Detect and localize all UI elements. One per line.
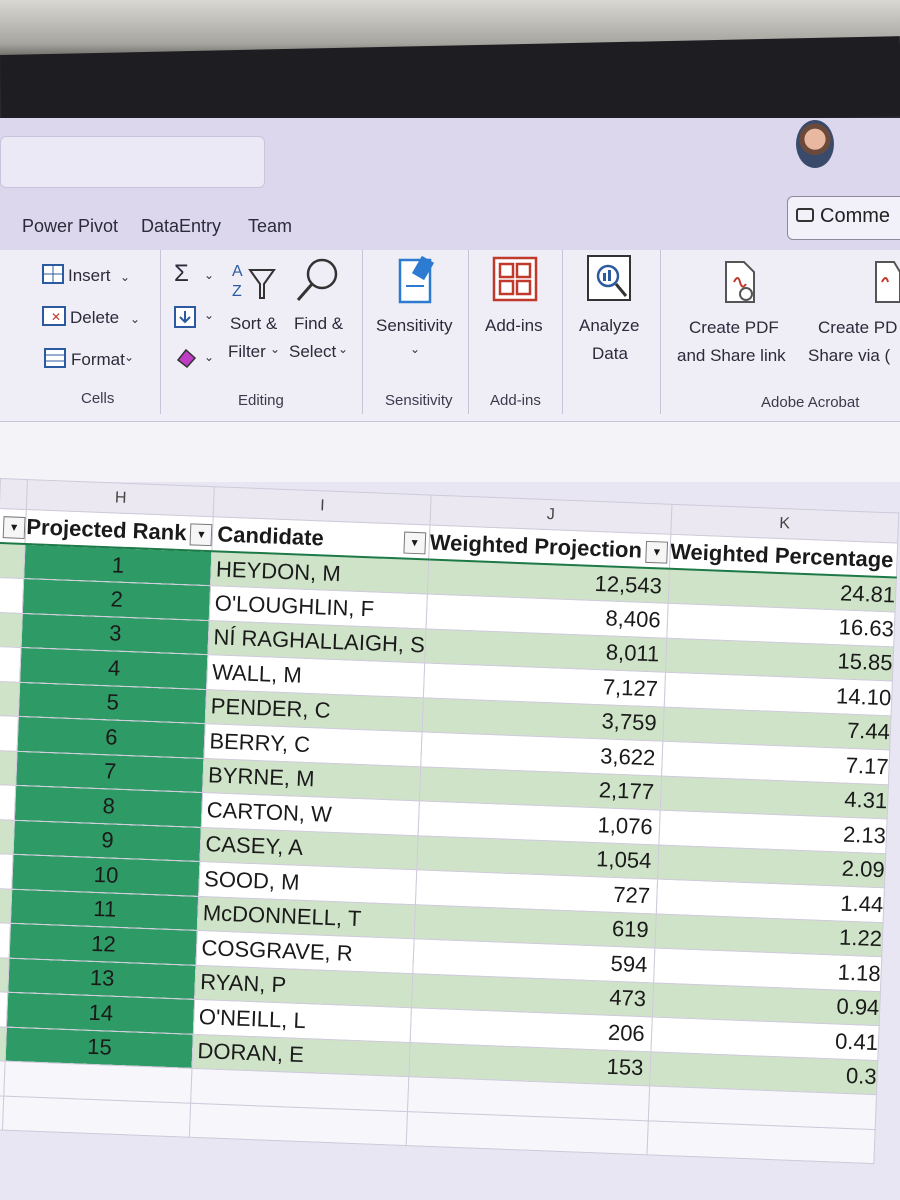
insert-icon [42, 264, 64, 284]
delete-button[interactable]: Delete [70, 308, 119, 328]
tab-team[interactable]: Team [248, 216, 292, 237]
title-bar [0, 118, 900, 200]
divider [160, 250, 161, 414]
chevron-down-icon[interactable]: ⌄ [204, 350, 214, 364]
create-pdf-link-icon [725, 261, 755, 303]
insert-button[interactable]: Insert [68, 266, 111, 286]
search-input[interactable] [0, 136, 265, 188]
comments-label: Comme [820, 205, 891, 227]
table-cell[interactable] [0, 611, 23, 648]
format-button[interactable]: Format [71, 350, 125, 370]
table-cell[interactable] [0, 715, 19, 751]
comments-button[interactable]: Comme [787, 196, 900, 240]
header-candidate-label: Candidate [216, 520, 325, 550]
svg-text:✕: ✕ [51, 310, 61, 324]
format-icon [44, 348, 66, 368]
sort-filter-line2[interactable]: Filter [228, 342, 266, 362]
chevron-down-icon[interactable]: ⌄ [204, 308, 214, 322]
find-icon [296, 258, 338, 301]
create-pdf-share-line1[interactable]: Create PD [818, 318, 897, 338]
svg-text:A: A [232, 263, 243, 280]
fill-icon[interactable] [174, 306, 196, 328]
group-label-add-ins: Add-ins [490, 392, 541, 409]
sensitivity-icon [398, 256, 435, 304]
delete-icon: ✕ [42, 306, 66, 326]
table-cell[interactable] [189, 1102, 408, 1146]
group-label-editing: Editing [238, 392, 284, 409]
create-pdf-share-line2[interactable]: Share via ( [808, 346, 890, 366]
create-pdf-share-icon [875, 261, 900, 303]
worksheet-grid: H I J K ▾ Projected Rank ▾ Candidate ▾ Wei… [0, 478, 899, 1200]
header-pct-label: Weighted Percentage [669, 538, 894, 572]
group-label-adobe-acrobat: Adobe Acrobat [761, 394, 860, 411]
find-select-line2[interactable]: Select [289, 342, 336, 362]
sort-dropdown-icon[interactable]: ▾ [189, 523, 213, 546]
table-cell[interactable] [0, 749, 18, 786]
autosum-icon[interactable]: Σ [174, 260, 189, 288]
find-select-line1[interactable]: Find & [294, 314, 343, 334]
column-header[interactable] [0, 478, 28, 510]
analyze-line2[interactable]: Data [592, 344, 628, 364]
eraser-icon[interactable] [174, 346, 198, 368]
filter-dropdown-icon[interactable]: ▾ [403, 531, 427, 555]
sheet-top-area [0, 422, 900, 482]
excel-window: Power Pivot DataEntry Team Comme Insert … [0, 118, 900, 1200]
filter-dropdown-icon[interactable]: ▾ [645, 540, 669, 564]
tab-dataentry[interactable]: DataEntry [141, 216, 221, 237]
tab-power-pivot[interactable]: Power Pivot [22, 216, 118, 237]
table-cell[interactable] [646, 1120, 876, 1164]
table-cell[interactable] [0, 784, 16, 820]
analyze-data-icon [587, 255, 631, 301]
analyze-line1[interactable]: Analyze [579, 316, 639, 336]
ribbon-tabs: Power Pivot DataEntry Team [0, 200, 900, 250]
create-pdf-line1[interactable]: Create PDF [689, 318, 779, 338]
comment-icon [796, 208, 814, 222]
table-cell[interactable]: ▾ [0, 508, 27, 545]
table-cell[interactable] [2, 1095, 192, 1138]
avatar[interactable] [796, 120, 834, 168]
table-cell[interactable] [0, 818, 15, 855]
header-rank-label: Projected Rank [25, 513, 187, 545]
table-cell[interactable] [0, 680, 20, 717]
divider [362, 250, 363, 414]
table-cell[interactable] [0, 542, 26, 579]
divider [468, 250, 469, 414]
divider [562, 250, 563, 414]
header-wp-label: Weighted Projection [429, 529, 643, 563]
chevron-down-icon[interactable]: ⌄ [270, 342, 280, 356]
group-label-cells: Cells [81, 390, 115, 407]
svg-text:Z: Z [232, 283, 242, 300]
table-cell[interactable] [0, 646, 22, 682]
table-cell[interactable] [0, 577, 24, 613]
chevron-down-icon[interactable]: ⌄ [124, 350, 134, 364]
chevron-down-icon[interactable]: ⌄ [130, 312, 140, 326]
sensitivity-button[interactable]: Sensitivity [376, 316, 453, 336]
filter-dropdown-icon[interactable]: ▾ [2, 515, 26, 539]
chevron-down-icon[interactable]: ⌄ [120, 270, 130, 284]
sort-filter-icon: AZ [232, 263, 276, 300]
chevron-down-icon[interactable]: ⌄ [338, 342, 348, 356]
add-ins-button[interactable]: Add-ins [485, 316, 543, 336]
chevron-down-icon[interactable]: ⌄ [410, 342, 420, 356]
chevron-down-icon[interactable]: ⌄ [204, 268, 214, 282]
group-label-sensitivity: Sensitivity [385, 392, 453, 409]
ribbon: Insert ⌄ ✕ Delete ⌄ Format ⌄ Cells Σ ⌄ ⌄… [0, 250, 900, 422]
divider [660, 250, 661, 414]
create-pdf-line2[interactable]: and Share link [677, 346, 786, 366]
data-table: H I J K ▾ Projected Rank ▾ Candidate ▾ Wei… [0, 478, 899, 1164]
sort-filter-line1[interactable]: Sort & [230, 314, 277, 334]
add-ins-icon [492, 256, 538, 302]
